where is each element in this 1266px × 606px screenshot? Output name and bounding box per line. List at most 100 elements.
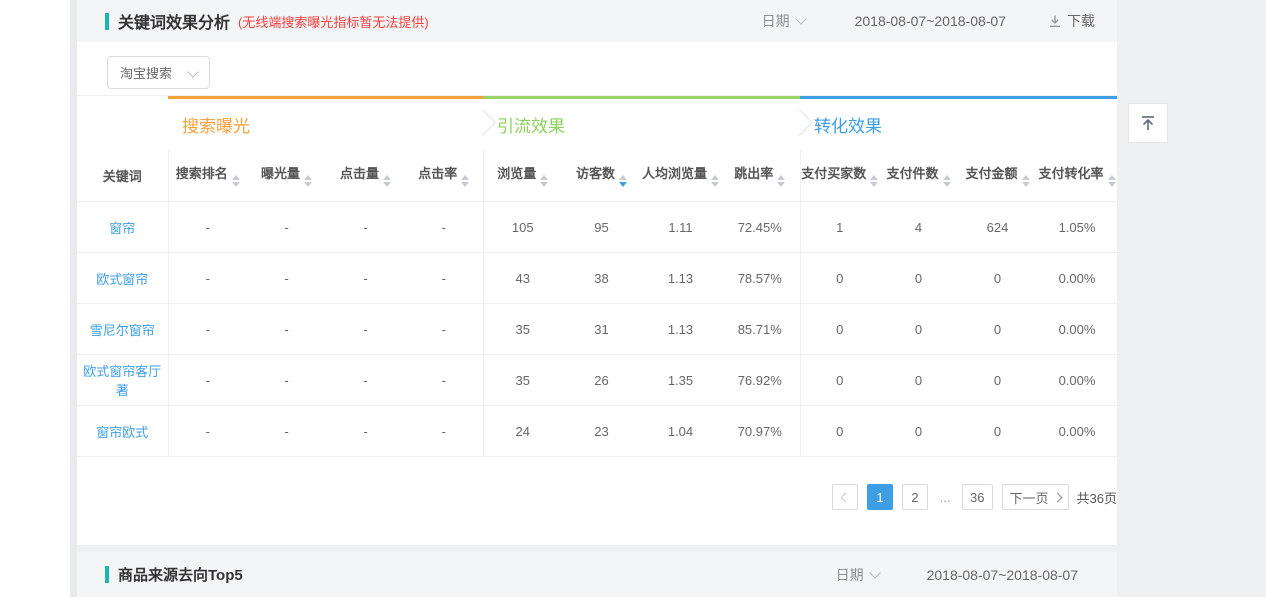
channel-select[interactable]: 淘宝搜索 [107,56,210,89]
cell: - [168,355,247,406]
sort-icon[interactable] [461,175,469,187]
date-range-value[interactable]: 2018-08-07~2018-08-07 [927,567,1078,583]
back-to-top-button[interactable] [1128,103,1168,143]
cell: - [247,304,326,355]
keyword-analysis-header: 关键词效果分析 (无线端搜索曝光指标暂无法提供) 日期 2018-08-07~2… [77,0,1117,42]
col-header-bounce-rate[interactable]: 跳出率 [720,150,800,202]
sort-icon[interactable] [304,175,312,187]
cell: 0 [958,406,1037,457]
chevron-right-icon [1052,492,1062,502]
sort-icon[interactable] [540,175,548,187]
sort-icon[interactable] [232,175,240,187]
col-header-impressions[interactable]: 曝光量 [247,150,326,202]
left-divider-strip [70,0,77,606]
cell: 0.00% [1037,355,1117,406]
cell: - [326,406,405,457]
sort-icon[interactable] [1108,175,1116,187]
cell: 1.05% [1037,202,1117,253]
cell: 0.00% [1037,406,1117,457]
keyword-link[interactable]: 窗帘欧式 [77,406,168,457]
sort-icon[interactable] [1022,175,1030,187]
date-range-value[interactable]: 2018-08-07~2018-08-07 [855,13,1006,29]
group-label: 转化效果 [814,117,882,136]
cell: 1.13 [641,304,720,355]
sort-icon[interactable] [870,175,878,187]
cell: 1.11 [641,202,720,253]
keyword-link[interactable]: 欧式窗帘客厅著 [77,355,168,406]
cell: 85.71% [720,304,800,355]
cell: 76.92% [720,355,800,406]
cell: 35 [483,304,562,355]
cell: - [405,202,483,253]
pagination-ellipsis: ... [937,490,953,505]
cell: 1.13 [641,253,720,304]
group-label: 引流效果 [497,117,565,136]
cell: 0 [879,253,958,304]
pagination: 1 2 ... 36 下一页 共36页 [77,457,1117,510]
cell: 105 [483,202,562,253]
cell: - [326,253,405,304]
section-header-spacer [77,98,168,150]
cell: 78.57% [720,253,800,304]
prev-page-button[interactable] [832,484,858,510]
col-header-clicks[interactable]: 点击量 [326,150,405,202]
col-header-paying-buyers[interactable]: 支付买家数 [800,150,879,202]
date-dropdown[interactable]: 日期 [762,11,805,31]
next-page-label: 下一页 [1010,488,1049,507]
keyword-link[interactable]: 窗帘 [77,202,168,253]
section-gap [77,545,1117,552]
cell: 0 [958,253,1037,304]
cell: 624 [958,202,1037,253]
cell: - [247,202,326,253]
cell: 0 [879,406,958,457]
cell: 4 [879,202,958,253]
keyword-link[interactable]: 欧式窗帘 [77,253,168,304]
date-dropdown[interactable]: 日期 [836,565,879,585]
main-content: 关键词效果分析 (无线端搜索曝光指标暂无法提供) 日期 2018-08-07~2… [77,0,1117,597]
next-page-button[interactable]: 下一页 [1002,484,1069,510]
bottom-content-strip [70,597,1266,606]
group-header-traffic-effect: 引流效果 [483,98,800,150]
download-button[interactable]: 下载 [1048,11,1095,31]
sort-icon[interactable] [711,175,719,187]
page-button-2[interactable]: 2 [902,484,928,510]
total-pages-label: 共36页 [1077,488,1117,507]
cell: 1 [800,202,879,253]
cell: 0.00% [1037,304,1117,355]
page-title-note: (无线端搜索曝光指标暂无法提供) [238,12,429,31]
cell: 31 [562,304,641,355]
sort-icon[interactable] [777,175,785,187]
cell: - [405,253,483,304]
sort-icon[interactable] [383,175,391,187]
page-button-1[interactable]: 1 [867,484,893,510]
col-header-pageviews[interactable]: 浏览量 [483,150,562,202]
col-header-paid-amount[interactable]: 支付金额 [958,150,1037,202]
cell: 0 [800,406,879,457]
page-button-36[interactable]: 36 [962,484,992,510]
cell: 0 [800,355,879,406]
cell: 0 [800,304,879,355]
sort-icon-active-desc[interactable] [619,175,627,187]
back-to-top-icon [1138,113,1158,133]
cell: - [405,406,483,457]
section-title: 商品来源去向Top5 [118,564,243,585]
table-row: 窗帘 - - - - 105 95 1.11 72.45% 1 4 624 1.… [77,202,1117,253]
cell: 1.35 [641,355,720,406]
col-header-search-rank[interactable]: 搜索排名 [168,150,247,202]
keyword-link[interactable]: 雪尼尔窗帘 [77,304,168,355]
keyword-table: 搜索曝光 引流效果 转化效果 关键词 搜索排名 曝光量 点击量 点击率 浏览量 … [77,96,1117,457]
col-header-pv-per-visitor[interactable]: 人均浏览量 [641,150,720,202]
date-dropdown-label: 日期 [762,11,790,31]
cell: - [405,355,483,406]
chevron-down-icon [869,567,880,578]
group-label: 搜索曝光 [182,117,250,136]
col-header-visitors[interactable]: 访客数 [562,150,641,202]
col-header-paid-items[interactable]: 支付件数 [879,150,958,202]
cell: 0 [958,304,1037,355]
cell: 0 [879,355,958,406]
col-header-paid-conversion[interactable]: 支付转化率 [1037,150,1117,202]
sort-icon[interactable] [943,175,951,187]
col-header-ctr[interactable]: 点击率 [405,150,483,202]
download-label: 下载 [1067,11,1095,31]
table-row: 雪尼尔窗帘 - - - - 35 31 1.13 85.71% 0 0 0 0.… [77,304,1117,355]
